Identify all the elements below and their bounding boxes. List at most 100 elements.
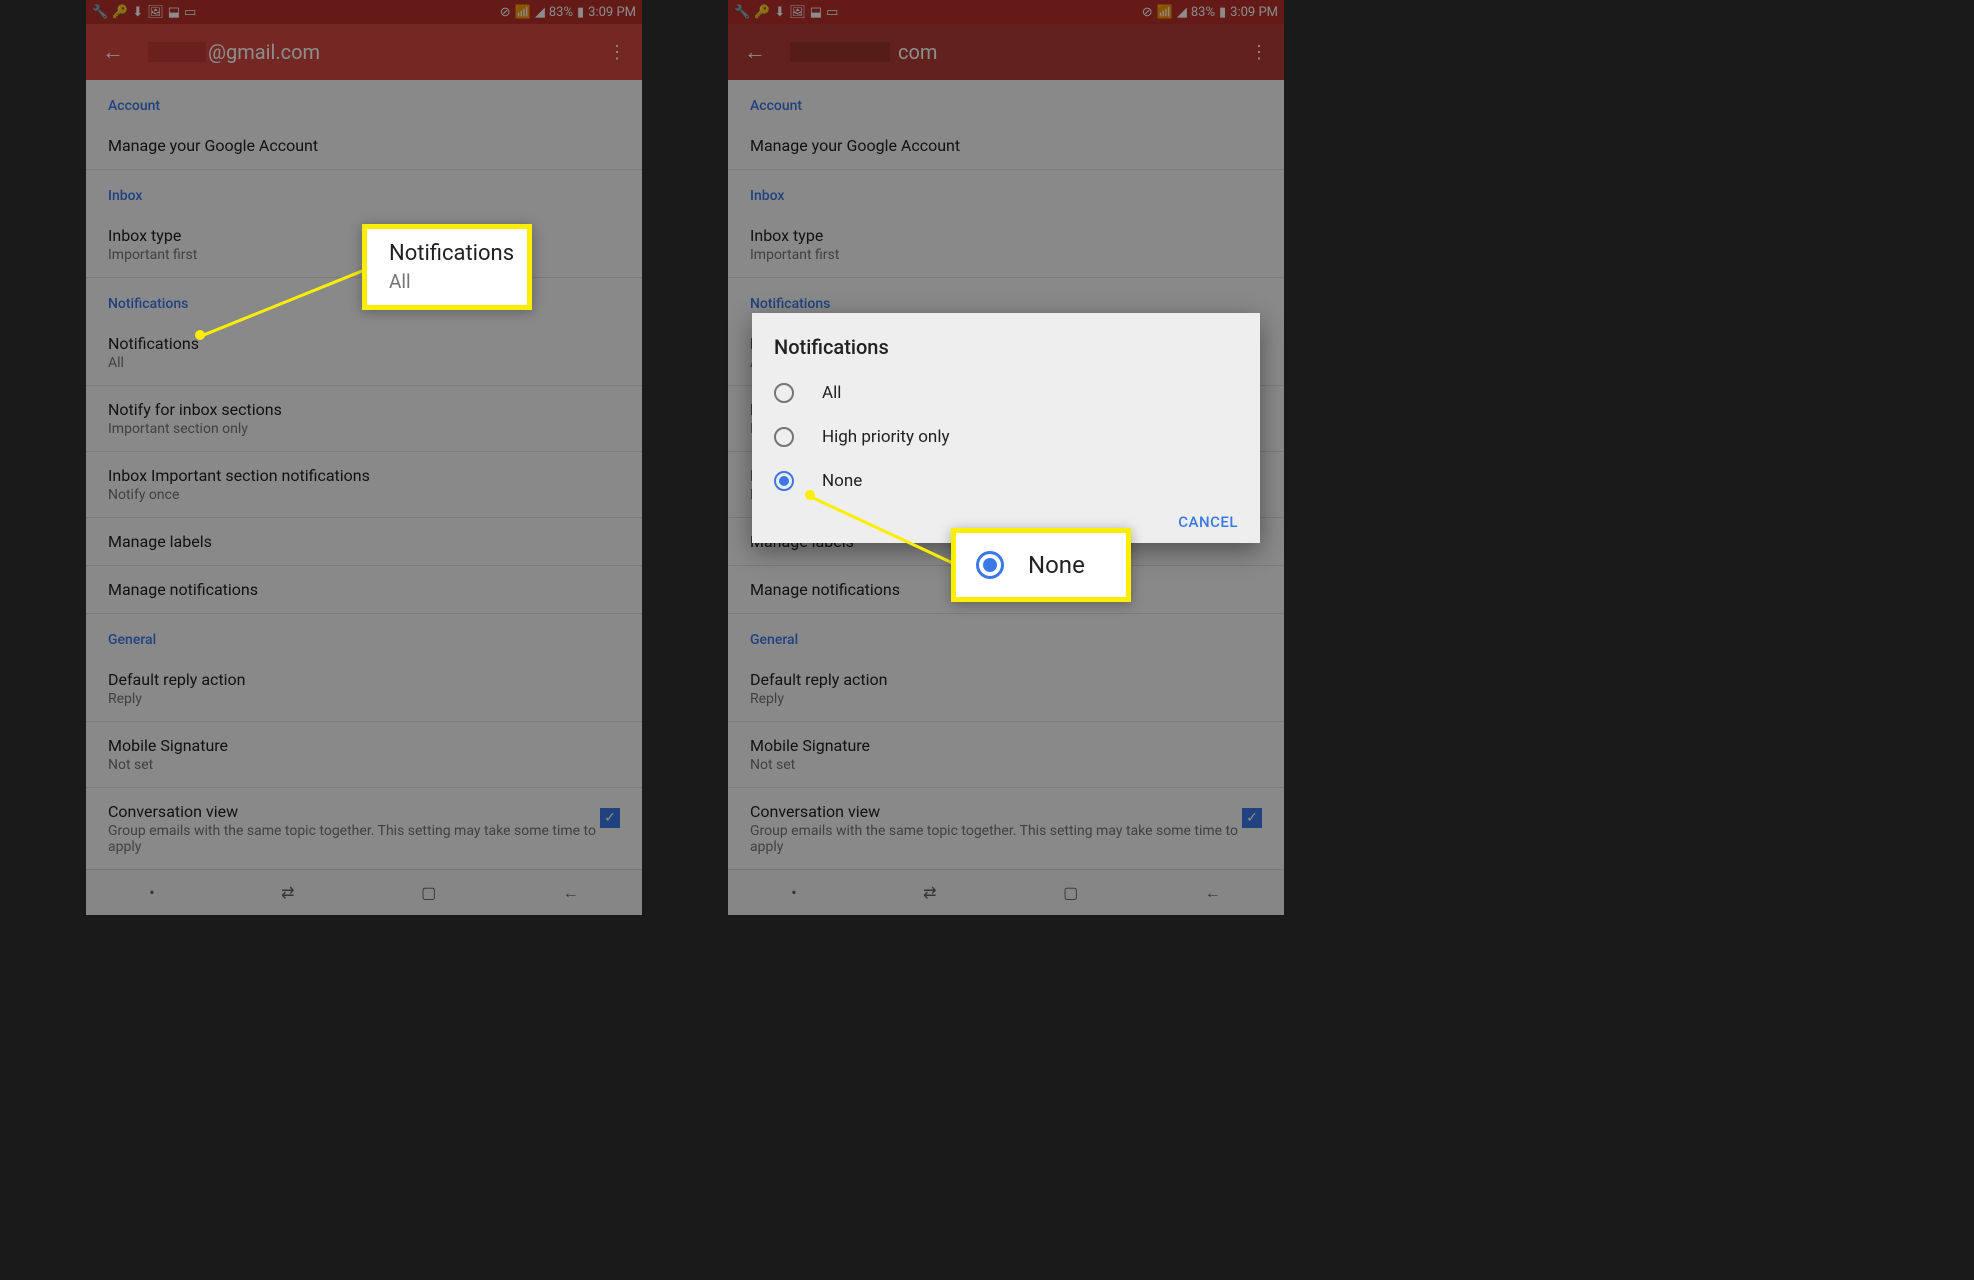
item-title: Default reply action bbox=[108, 670, 620, 689]
item-title: Manage your Google Account bbox=[108, 136, 620, 155]
signal-icon: ◢ bbox=[1177, 5, 1187, 20]
wifi-icon: 📶 bbox=[1157, 5, 1173, 20]
item-sub: Notify once bbox=[108, 487, 620, 503]
checkbox-checked-icon[interactable]: ✓ bbox=[1242, 808, 1262, 828]
key-icon: 🔑 bbox=[754, 5, 770, 20]
radio-option-all[interactable]: All bbox=[752, 371, 1260, 415]
mobile-signature-item[interactable]: Mobile Signature Not set bbox=[728, 722, 1284, 788]
callout-dot bbox=[195, 330, 205, 340]
image-icon: 🖼 bbox=[147, 5, 164, 20]
battery-percent: 83% bbox=[549, 5, 573, 20]
navigation-bar: • ⇄ ▢ ← bbox=[86, 869, 642, 915]
dnd-icon: ⊘ bbox=[1142, 5, 1153, 20]
radio-label: None bbox=[822, 471, 862, 491]
default-reply-item[interactable]: Default reply action Reply bbox=[86, 656, 642, 722]
status-left-icons: 🔧 🔑 ⬇ 🖼 ⬓ ▭ bbox=[92, 5, 196, 20]
back-arrow-icon[interactable]: ← bbox=[744, 39, 766, 65]
item-title: Conversation view bbox=[750, 802, 1242, 821]
dropbox-icon: ⬓ bbox=[168, 5, 180, 20]
item-title: Mobile Signature bbox=[108, 736, 620, 755]
home-icon[interactable]: ▢ bbox=[421, 883, 436, 902]
status-right-icons: ⊘ 📶 ◢ 83% ▮ 3:09 PM bbox=[500, 5, 636, 20]
callout-title: Notifications bbox=[389, 241, 505, 266]
battery-icon: ▮ bbox=[577, 5, 584, 20]
manage-notifications-item[interactable]: Manage notifications bbox=[86, 566, 642, 614]
dialog-title: Notifications bbox=[752, 335, 1260, 371]
dialog-actions: CANCEL bbox=[752, 503, 1260, 531]
status-time: 3:09 PM bbox=[588, 5, 636, 20]
recents-icon[interactable]: ⇄ bbox=[281, 883, 294, 902]
item-title: Manage labels bbox=[108, 532, 620, 551]
notify-sections-item[interactable]: Notify for inbox sections Important sect… bbox=[86, 386, 642, 452]
default-reply-item[interactable]: Default reply action Reply bbox=[728, 656, 1284, 722]
inbox-type-item[interactable]: Inbox type Important first bbox=[728, 212, 1284, 278]
item-title: Notify for inbox sections bbox=[108, 400, 620, 419]
back-icon[interactable]: ← bbox=[563, 883, 579, 903]
checkbox-checked-icon[interactable]: ✓ bbox=[600, 808, 620, 828]
item-sub: Not set bbox=[750, 757, 1262, 773]
battery-icon: ▮ bbox=[1219, 5, 1226, 20]
download-icon: ⬇ bbox=[132, 5, 143, 20]
app-bar: ← com ⋮ bbox=[728, 24, 1284, 80]
conversation-view-item[interactable]: Conversation view Group emails with the … bbox=[728, 788, 1284, 869]
manage-google-account-item[interactable]: Manage your Google Account bbox=[728, 122, 1284, 170]
cancel-button[interactable]: CANCEL bbox=[1178, 513, 1238, 531]
item-sub: Reply bbox=[108, 691, 620, 707]
recents-icon[interactable]: ⇄ bbox=[923, 883, 936, 902]
nav-dot-icon[interactable]: • bbox=[149, 883, 154, 902]
item-sub: Important section only bbox=[108, 421, 620, 437]
manage-google-account-item[interactable]: Manage your Google Account bbox=[86, 122, 642, 170]
item-title: Notifications bbox=[108, 334, 620, 353]
item-sub: Not set bbox=[108, 757, 620, 773]
callout-dot bbox=[805, 490, 815, 500]
radio-checked-icon bbox=[976, 551, 1004, 579]
header-email-suffix: com bbox=[898, 40, 1250, 64]
item-title: Inbox type bbox=[750, 226, 1262, 245]
mobile-signature-item[interactable]: Mobile Signature Not set bbox=[86, 722, 642, 788]
radio-unchecked-icon bbox=[774, 427, 794, 447]
more-vert-icon[interactable]: ⋮ bbox=[608, 42, 626, 63]
back-arrow-icon[interactable]: ← bbox=[102, 39, 124, 65]
callout-notifications-all: Notifications All bbox=[362, 224, 532, 310]
radio-option-high-priority[interactable]: High priority only bbox=[752, 415, 1260, 459]
notifications-dialog: Notifications All High priority only Non… bbox=[752, 313, 1260, 543]
section-header-inbox: Inbox bbox=[86, 170, 642, 212]
radio-label: High priority only bbox=[822, 427, 950, 447]
back-icon[interactable]: ← bbox=[1205, 883, 1221, 903]
callout-subtitle: All bbox=[389, 270, 505, 293]
home-icon[interactable]: ▢ bbox=[1063, 883, 1078, 902]
signal-icon: ◢ bbox=[535, 5, 545, 20]
item-sub: All bbox=[108, 355, 620, 371]
battery-percent: 83% bbox=[1191, 5, 1215, 20]
more-vert-icon[interactable]: ⋮ bbox=[1250, 42, 1268, 63]
item-sub: Group emails with the same topic togethe… bbox=[108, 823, 600, 855]
redacted-email-prefix bbox=[790, 42, 890, 62]
section-header-inbox: Inbox bbox=[728, 170, 1284, 212]
item-title: Mobile Signature bbox=[750, 736, 1262, 755]
item-sub: Important first bbox=[750, 247, 1262, 263]
item-title: Default reply action bbox=[750, 670, 1262, 689]
callout-none-selected: None bbox=[951, 528, 1131, 602]
item-title: Manage notifications bbox=[108, 580, 620, 599]
radio-unchecked-icon bbox=[774, 383, 794, 403]
item-title: Conversation view bbox=[108, 802, 600, 821]
navigation-bar: • ⇄ ▢ ← bbox=[728, 869, 1284, 915]
dnd-icon: ⊘ bbox=[500, 5, 511, 20]
callout-label: None bbox=[1028, 551, 1085, 579]
key-icon: 🔑 bbox=[112, 5, 128, 20]
section-header-general: General bbox=[728, 614, 1284, 656]
download-icon: ⬇ bbox=[774, 5, 785, 20]
item-sub: Group emails with the same topic togethe… bbox=[750, 823, 1242, 855]
radio-option-none[interactable]: None bbox=[752, 459, 1260, 503]
settings-list: Account Manage your Google Account Inbox… bbox=[86, 80, 642, 869]
manage-labels-item[interactable]: Manage labels bbox=[86, 518, 642, 566]
status-left-icons: 🔧 🔑 ⬇ 🖼 ⬓ ▭ bbox=[734, 5, 838, 20]
status-right-icons: ⊘ 📶 ◢ 83% ▮ 3:09 PM bbox=[1142, 5, 1278, 20]
redacted-email-prefix bbox=[148, 42, 206, 62]
status-time: 3:09 PM bbox=[1230, 5, 1278, 20]
notifications-item[interactable]: Notifications All bbox=[86, 320, 642, 386]
item-sub: Reply bbox=[750, 691, 1262, 707]
nav-dot-icon[interactable]: • bbox=[791, 883, 796, 902]
conversation-view-item[interactable]: Conversation view Group emails with the … bbox=[86, 788, 642, 869]
important-notif-item[interactable]: Inbox Important section notifications No… bbox=[86, 452, 642, 518]
